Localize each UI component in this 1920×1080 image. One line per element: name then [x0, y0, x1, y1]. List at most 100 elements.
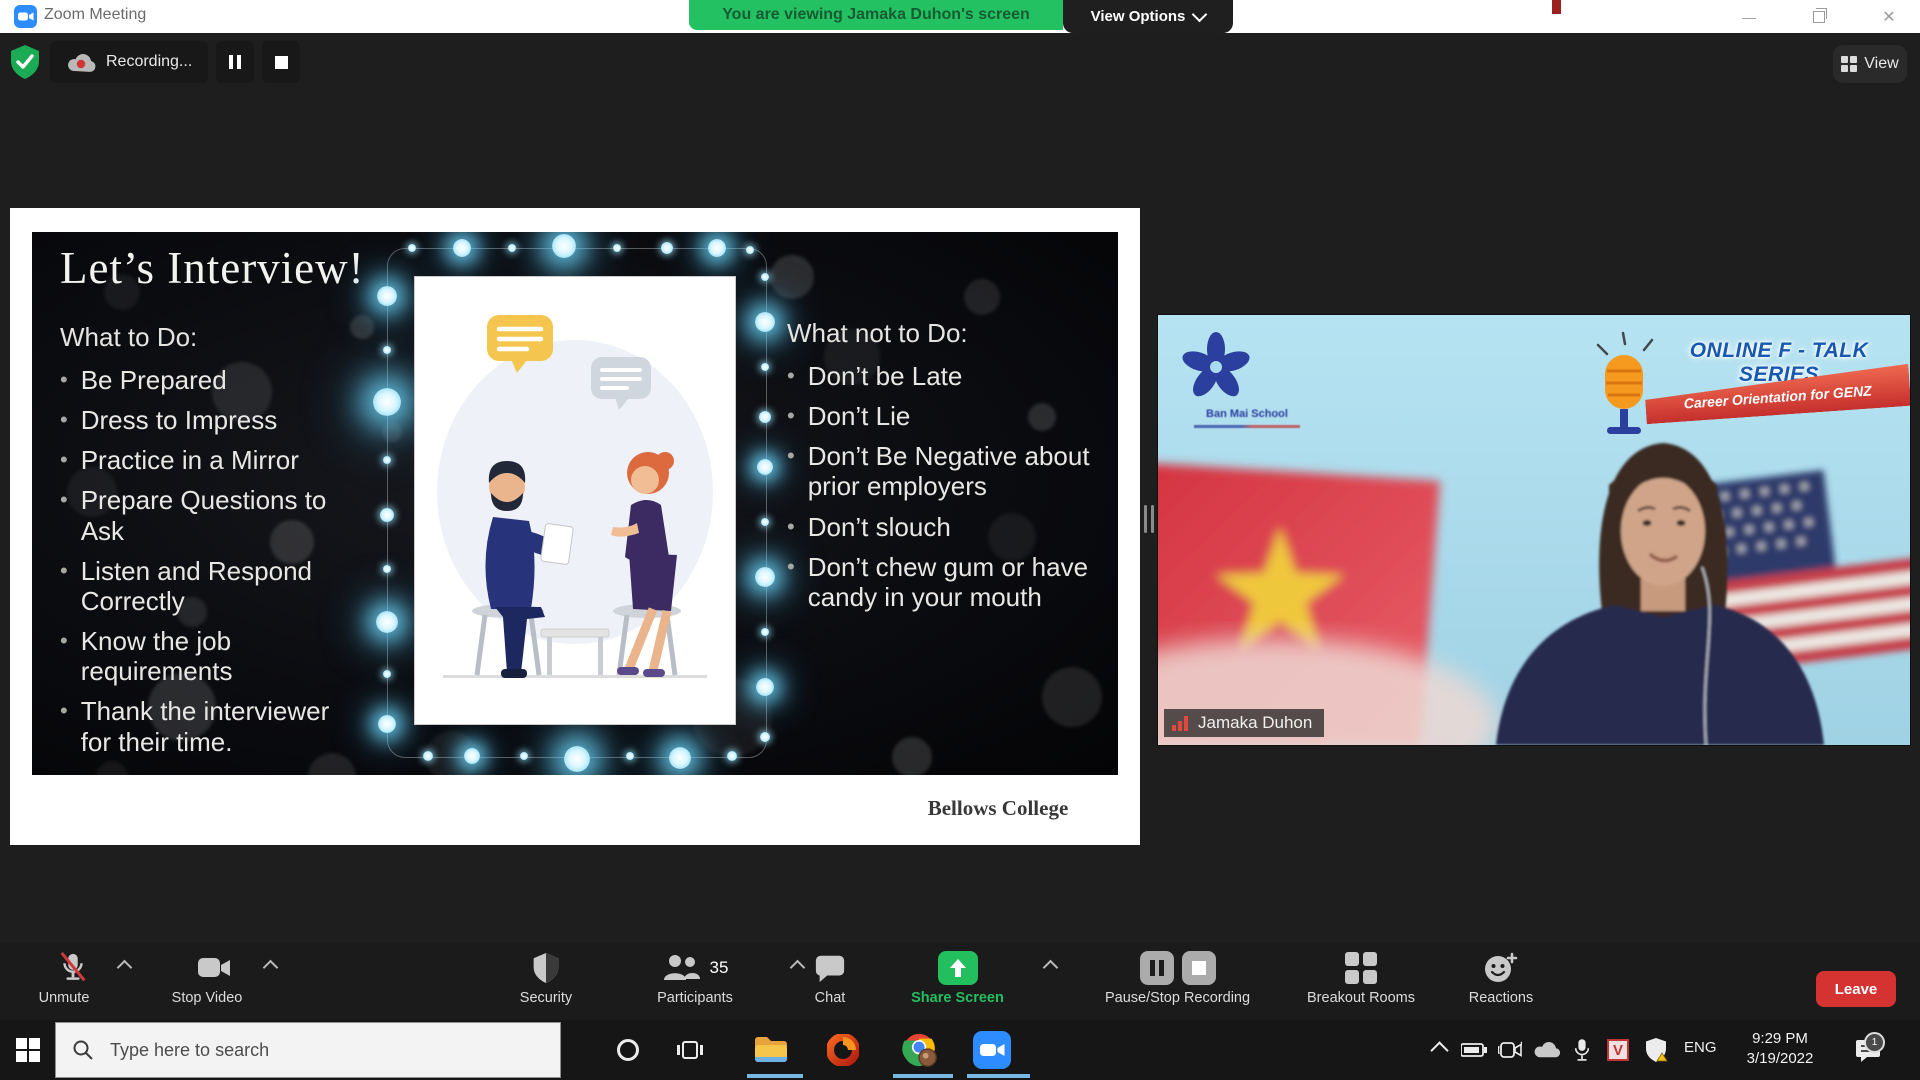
microphone-muted-icon — [57, 950, 89, 986]
pause-recording-icon[interactable] — [1140, 951, 1174, 985]
zoom-taskbar-icon — [973, 1031, 1011, 1069]
stop-recording-icon[interactable] — [1182, 951, 1216, 985]
string-light — [708, 239, 726, 257]
string-light — [383, 670, 391, 678]
string-light — [378, 715, 396, 733]
start-button[interactable] — [0, 1020, 55, 1080]
restore-button[interactable] — [1796, 4, 1842, 29]
recording-indicator: Recording... — [50, 41, 208, 83]
reactions-smiley-icon — [1483, 951, 1519, 985]
view-options-button[interactable]: View Options — [1063, 0, 1233, 33]
tray-clock[interactable]: 9:29 PM 3/19/2022 — [1726, 1029, 1834, 1069]
panel-divider-handle[interactable] — [1144, 505, 1154, 533]
string-light — [383, 456, 391, 464]
restore-icon — [1813, 11, 1825, 23]
string-light — [755, 312, 775, 332]
string-light — [761, 273, 769, 281]
task-view-button[interactable] — [672, 1020, 708, 1080]
string-light — [761, 363, 769, 371]
meeting-area: Recording... View Let’s Interview! What … — [0, 33, 1920, 1020]
list-item: Don’t Lie — [808, 401, 911, 431]
string-light — [408, 244, 416, 252]
stop-recording-button[interactable] — [262, 41, 300, 83]
list-item: Don’t chew gum or have candy in your mou… — [808, 552, 1118, 612]
window-title: Zoom Meeting — [44, 6, 146, 24]
security-shield-icon — [531, 951, 561, 985]
security-button[interactable]: Security — [491, 948, 601, 1014]
pause-stop-recording-label: Pause/Stop Recording — [1090, 990, 1265, 1006]
office-icon — [827, 1034, 859, 1066]
audio-options-chevron[interactable] — [117, 960, 133, 976]
string-light — [373, 388, 401, 416]
string-light — [626, 752, 634, 760]
string-light — [761, 518, 769, 526]
windows-taskbar: V ENG 9:29 PM 3/19/2022 1 — [0, 1020, 1920, 1080]
meeting-security-shield-icon[interactable] — [8, 43, 42, 81]
school-logo-text: Ban Mai School — [1172, 408, 1322, 420]
participants-button[interactable]: 35 Participants — [615, 948, 775, 1014]
unmute-label: Unmute — [14, 990, 114, 1006]
chrome-open-indicator — [893, 1074, 953, 1078]
recording-strip: Recording... — [8, 40, 300, 84]
participant-video-jamaka-duhon[interactable]: ONLINE F - TALK SERIES Career Orientatio… — [1158, 315, 1910, 745]
cortana-button[interactable] — [610, 1020, 646, 1080]
string-light — [661, 242, 673, 254]
unmute-button[interactable]: Unmute — [14, 948, 132, 1014]
share-screen-label: Share Screen — [895, 990, 1020, 1006]
close-button[interactable]: ✕ — [1866, 4, 1912, 29]
tray-date-value: 3/19/2022 — [1726, 1049, 1834, 1069]
breakout-rooms-icon — [1345, 952, 1377, 984]
string-light — [383, 346, 391, 354]
taskbar-search[interactable] — [55, 1022, 561, 1078]
pause-stop-recording-button[interactable]: Pause/Stop Recording — [1090, 948, 1265, 1014]
view-options-label: View Options — [1091, 8, 1186, 25]
battery-icon[interactable] — [1458, 1020, 1490, 1080]
tray-time-value: 9:29 PM — [1726, 1029, 1834, 1049]
share-options-chevron[interactable] — [1043, 960, 1059, 976]
zoom-taskbar-button[interactable] — [971, 1020, 1013, 1080]
pause-recording-button[interactable] — [216, 41, 254, 83]
string-light — [453, 239, 471, 257]
string-light — [380, 508, 394, 522]
chat-button[interactable]: Chat — [780, 948, 880, 1014]
search-icon — [72, 1039, 94, 1061]
language-indicator[interactable]: ENG — [1684, 1039, 1717, 1056]
string-light — [613, 244, 621, 252]
string-light — [376, 611, 398, 633]
share-screen-button[interactable]: Share Screen — [895, 948, 1020, 1014]
reactions-button[interactable]: Reactions — [1441, 948, 1561, 1014]
right-column-heading: What not to Do: — [787, 318, 1118, 349]
what-not-to-do-list: •Don’t be Late •Don’t Lie •Don’t Be Nega… — [787, 361, 1118, 612]
office-button[interactable] — [824, 1020, 862, 1080]
video-camera-icon — [196, 954, 232, 982]
gallery-grid-icon — [1841, 56, 1857, 72]
chevron-down-icon — [1192, 7, 1208, 23]
video-options-chevron[interactable] — [263, 960, 279, 976]
string-light — [727, 751, 737, 761]
tray-overflow-chevron[interactable] — [1424, 1020, 1454, 1080]
breakout-rooms-button[interactable]: Breakout Rooms — [1286, 948, 1436, 1014]
file-explorer-button[interactable] — [751, 1020, 791, 1080]
presentation-slide: Let’s Interview! What to Do: •Be Prepare… — [32, 232, 1118, 775]
stop-video-button[interactable]: Stop Video — [150, 948, 278, 1014]
defender-shield-icon[interactable] — [1640, 1020, 1672, 1080]
search-input[interactable] — [108, 1039, 532, 1062]
string-light — [508, 244, 516, 252]
chrome-button[interactable] — [899, 1020, 941, 1080]
action-center-button[interactable]: 1 — [1848, 1020, 1888, 1080]
onedrive-icon[interactable] — [1530, 1020, 1564, 1080]
reactions-label: Reactions — [1441, 990, 1561, 1006]
screen-record-icon[interactable] — [1494, 1020, 1526, 1080]
cortana-icon — [617, 1039, 639, 1061]
minimize-button[interactable]: — — [1726, 4, 1772, 29]
slide-credit: Bellows College — [878, 796, 1118, 821]
red-indicator — [1552, 0, 1561, 14]
school-logo-tagline — [1194, 425, 1300, 428]
leave-button[interactable]: Leave — [1816, 971, 1896, 1007]
view-layout-button[interactable]: View — [1833, 45, 1907, 83]
task-view-icon — [677, 1039, 703, 1061]
v-app-tray-icon[interactable]: V — [1602, 1020, 1634, 1080]
tray-microphone-icon[interactable] — [1568, 1020, 1596, 1080]
recording-label: Recording... — [106, 53, 192, 71]
notification-count-badge: 1 — [1864, 1032, 1885, 1053]
